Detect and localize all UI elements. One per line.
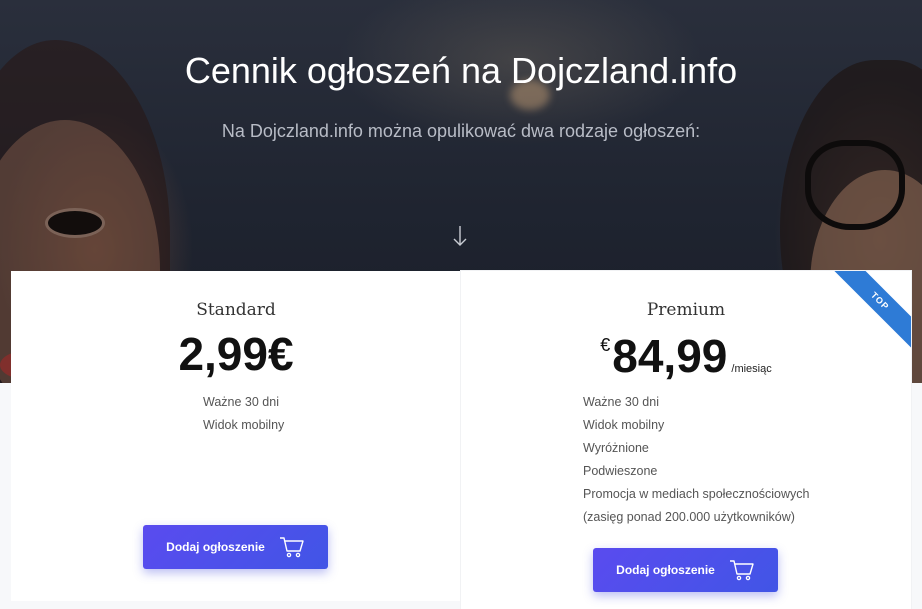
add-listing-button-premium[interactable]: Dodaj ogłoszenie [593, 548, 778, 592]
plan-price: 2,99€ [178, 328, 294, 380]
plan-name: Premium [646, 300, 726, 320]
plan-card-standard: Standard 2,99€ Ważne 30 dni Widok mobiln… [11, 271, 461, 601]
plan-card-premium: TOP Premium €84,99/miesiąc Ważne 30 dni … [461, 271, 911, 609]
hero-photo-glasses [805, 140, 905, 230]
button-label: Dodaj ogłoszenie [616, 563, 715, 577]
feature-item: Promocja w mediach społecznościowych [583, 487, 810, 501]
feature-list: Ważne 30 dni Widok mobilny Wyróżnione Po… [583, 391, 809, 529]
add-listing-button-standard[interactable]: Dodaj ogłoszenie [143, 525, 328, 569]
pricing-page: Cennik ogłoszeń na Dojczland.info Na Doj… [0, 0, 922, 609]
page-title: Cennik ogłoszeń na Dojczland.info [184, 50, 738, 91]
cart-icon [279, 537, 304, 558]
feature-item: Podwieszone [583, 464, 658, 478]
feature-item: (zasięg ponad 200.000 użytkowników) [583, 510, 795, 524]
price-period: /miesiąc [731, 363, 772, 375]
feature-item: Widok mobilny [583, 418, 665, 432]
feature-list: Ważne 30 dni Widok mobilny [203, 391, 284, 437]
plan-name: Standard [196, 300, 276, 320]
page-subtitle: Na Dojczland.info można opulikować dwa r… [221, 121, 701, 141]
feature-item: Wyróżnione [583, 441, 649, 455]
feature-item: Ważne 30 dni [583, 395, 659, 409]
hero-photo-eye [45, 208, 105, 238]
plan-price: €84,99/miesiąc [461, 329, 911, 383]
feature-item: Ważne 30 dni [203, 395, 279, 409]
arrow-down-icon[interactable] [450, 224, 470, 248]
cart-icon [729, 560, 754, 581]
price-amount: 84,99 [612, 330, 728, 382]
price-currency: € [600, 335, 611, 355]
feature-item: Widok mobilny [203, 418, 285, 432]
button-label: Dodaj ogłoszenie [166, 540, 265, 554]
